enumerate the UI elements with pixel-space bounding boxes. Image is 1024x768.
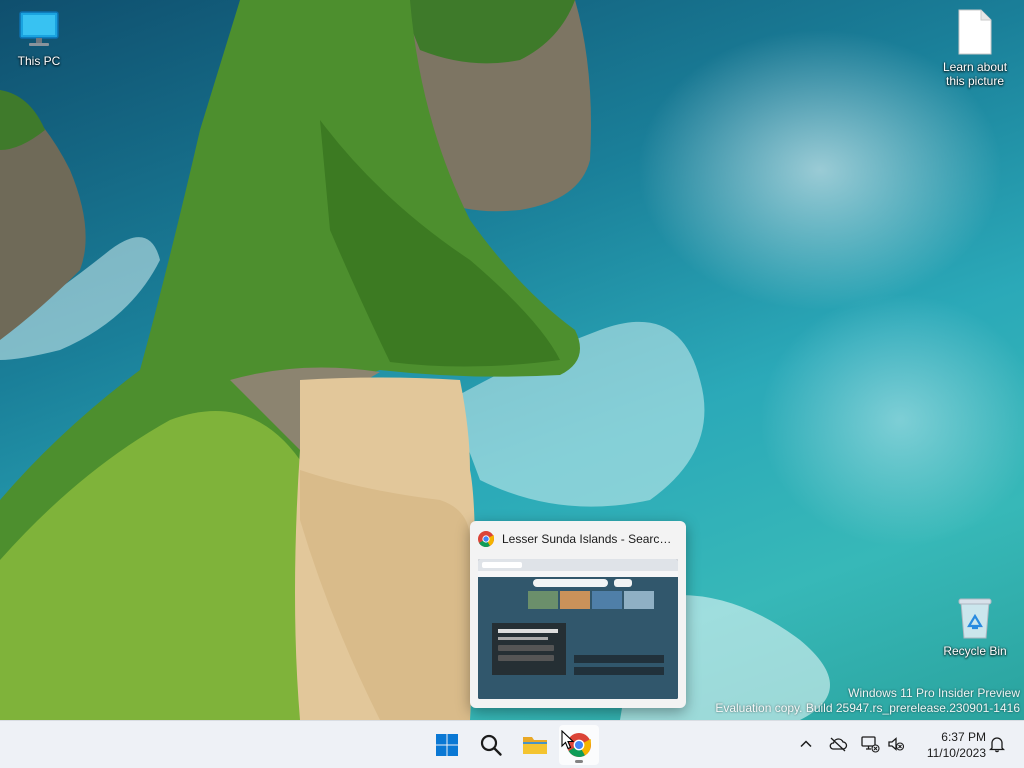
preview-header: Lesser Sunda Islands - Search - ... xyxy=(470,521,686,557)
document-icon xyxy=(958,9,992,55)
speaker-muted-icon xyxy=(888,737,905,751)
network-offline-icon xyxy=(861,736,880,753)
file-explorer-button[interactable] xyxy=(515,725,555,765)
desktop-icon-recycle-bin[interactable]: Recycle Bin xyxy=(937,596,1013,658)
folder-icon xyxy=(523,737,547,754)
onedrive-offline-icon xyxy=(829,737,848,752)
show-hidden-icons-button[interactable] xyxy=(795,733,817,755)
search-button[interactable] xyxy=(471,725,511,765)
notification-bell-icon xyxy=(989,737,1005,753)
running-indicator xyxy=(575,760,583,763)
clock-time: 6:37 PM xyxy=(941,730,986,744)
chevron-up-icon xyxy=(800,740,812,748)
insider-watermark: Windows 11 Pro Insider Preview Evaluatio… xyxy=(715,686,1020,716)
search-icon xyxy=(480,734,502,756)
desktop-icon-label: Learn about this picture xyxy=(942,60,1008,88)
notifications-button[interactable] xyxy=(986,733,1008,755)
windows-start-icon xyxy=(436,734,458,756)
desktop-icon-label: This PC xyxy=(17,54,61,68)
preview-thumbnail xyxy=(478,559,678,699)
recycle-bin-icon xyxy=(958,598,992,639)
desktop-icon-label: Recycle Bin xyxy=(943,644,1007,658)
desktop-icon-learn-about-this-picture[interactable]: Learn about this picture xyxy=(937,8,1013,88)
volume-button[interactable] xyxy=(885,733,907,755)
chrome-window-preview[interactable]: Lesser Sunda Islands - Search - ... xyxy=(470,521,686,708)
clock[interactable]: 6:37 PM 11/10/2023 xyxy=(914,729,986,761)
network-button[interactable] xyxy=(859,733,881,755)
desktop-icon-this-pc[interactable]: This PC xyxy=(1,10,77,68)
preview-title: Lesser Sunda Islands - Search - ... xyxy=(502,532,678,546)
watermark-line-2: Evaluation copy. Build 25947.rs_prerelea… xyxy=(715,701,1020,715)
watermark-line-1: Windows 11 Pro Insider Preview xyxy=(848,686,1020,700)
taskbar: 6:37 PM 11/10/2023 xyxy=(0,720,1024,768)
start-button[interactable] xyxy=(427,725,467,765)
clock-date: 11/10/2023 xyxy=(926,746,986,760)
thumbnail-art xyxy=(478,559,678,699)
monitor-icon xyxy=(19,11,59,46)
chrome-icon xyxy=(478,531,494,547)
mouse-cursor-icon xyxy=(561,730,575,750)
onedrive-button[interactable] xyxy=(827,733,849,755)
